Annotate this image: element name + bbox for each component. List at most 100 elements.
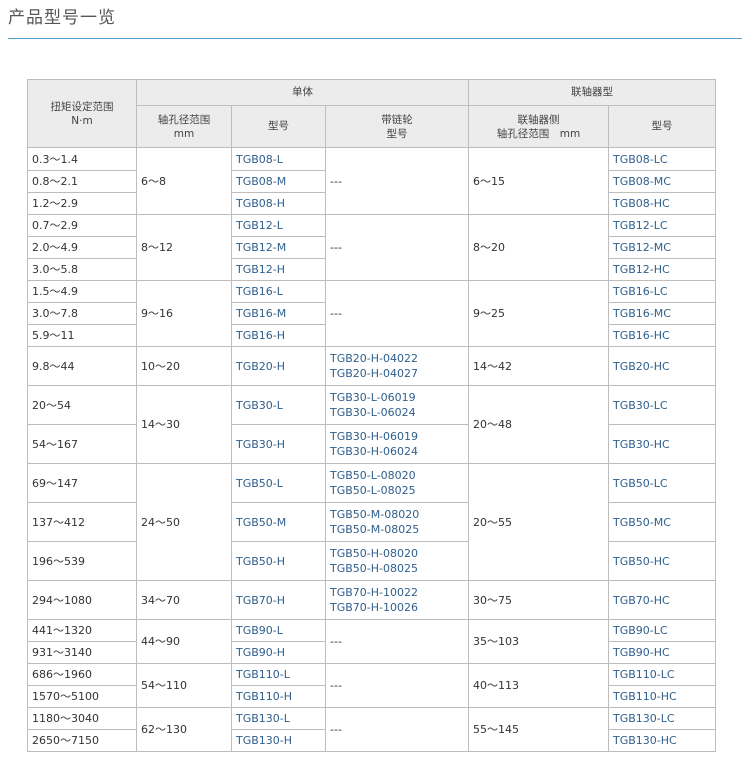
header-coupling-bore-range: 轴孔径范围 mm <box>496 127 581 140</box>
sprocket-model-link[interactable]: TGB50-L-08020 <box>330 468 468 483</box>
model-link[interactable]: TGB16-H <box>231 324 326 347</box>
coupling-model-link[interactable]: TGB16-MC <box>608 302 717 325</box>
coupling-model-link[interactable]: TGB130-HC <box>608 729 717 752</box>
model-link[interactable]: TGB70-H <box>231 580 326 620</box>
header-coupling-model: 型号 <box>608 105 717 148</box>
coupling-model-link[interactable]: TGB12-HC <box>608 258 717 281</box>
coupling-model-link[interactable]: TGB30-HC <box>608 424 717 464</box>
sprocket-models-cell: TGB70-H-10022 TGB70-H-10026 <box>324 580 470 620</box>
bore-cell: 44～90 <box>136 619 232 664</box>
header-sprocket-label: 带链轮 <box>381 113 413 126</box>
coupling-model-link[interactable]: TGB08-HC <box>608 192 717 215</box>
model-link[interactable]: TGB16-M <box>231 302 326 325</box>
model-link[interactable]: TGB30-H <box>231 424 326 464</box>
sprocket-models-cell: TGB50-L-08020 TGB50-L-08025 <box>324 463 470 503</box>
sprocket-models-cell: TGB50-M-08020 TGB50-M-08025 <box>324 502 470 542</box>
torque-cell: 69～147 <box>27 463 137 503</box>
model-link[interactable]: TGB12-L <box>231 214 326 237</box>
coupling-model-link[interactable]: TGB70-HC <box>608 580 717 620</box>
sprocket-models-cell: TGB30-L-06019 TGB30-L-06024 <box>324 385 470 425</box>
header-bore: 轴孔径范围 mm <box>136 105 232 148</box>
bore-cell: 10～20 <box>136 346 232 386</box>
coupling-model-link[interactable]: TGB50-LC <box>608 463 717 503</box>
model-link[interactable]: TGB08-H <box>231 192 326 215</box>
model-link[interactable]: TGB50-L <box>231 463 326 503</box>
header-coupling: 联轴器型 <box>468 79 717 106</box>
coupling-model-link[interactable]: TGB16-LC <box>608 280 717 303</box>
sprocket-cell: --- <box>324 214 470 281</box>
sprocket-model-link[interactable]: TGB50-H-08020 <box>330 546 468 561</box>
bore-cell: 9～16 <box>136 280 232 347</box>
model-link[interactable]: TGB130-H <box>231 729 326 752</box>
torque-cell: 1180～3040 <box>27 707 137 730</box>
sprocket-model-link[interactable]: TGB50-H-08025 <box>330 561 468 576</box>
model-link[interactable]: TGB12-M <box>231 236 326 259</box>
model-link[interactable]: TGB50-M <box>231 502 326 542</box>
torque-cell: 686～1960 <box>27 663 137 686</box>
sprocket-model-link[interactable]: TGB30-L-06019 <box>330 390 468 405</box>
torque-cell: 0.7～2.9 <box>27 214 137 237</box>
model-link[interactable]: TGB90-H <box>231 641 326 664</box>
sprocket-model-link[interactable]: TGB50-M-08020 <box>330 507 468 522</box>
model-link[interactable]: TGB130-L <box>231 707 326 730</box>
coupling-model-link[interactable]: TGB16-HC <box>608 324 717 347</box>
product-model-table: 扭矩设定范围 N·m 单体 联轴器型 轴孔径范围 mm 型号 带链轮 型号 联轴… <box>27 79 717 752</box>
sprocket-models-cell: TGB30-H-06019 TGB30-H-06024 <box>324 424 470 464</box>
coupling-model-link[interactable]: TGB12-MC <box>608 236 717 259</box>
coupling-model-link[interactable]: TGB12-LC <box>608 214 717 237</box>
torque-cell: 2650～7150 <box>27 729 137 752</box>
sprocket-cell: --- <box>324 619 470 664</box>
sprocket-model-link[interactable]: TGB50-L-08025 <box>330 483 468 498</box>
coupling-model-link[interactable]: TGB08-LC <box>608 147 717 171</box>
header-model: 型号 <box>231 105 326 148</box>
model-link[interactable]: TGB16-L <box>231 280 326 303</box>
sprocket-cell: --- <box>324 707 470 752</box>
coupling-model-link[interactable]: TGB30-LC <box>608 385 717 425</box>
coupling-model-link[interactable]: TGB50-MC <box>608 502 717 542</box>
sprocket-cell: --- <box>324 663 470 708</box>
torque-cell: 0.8～2.1 <box>27 170 137 193</box>
torque-cell: 3.0～5.8 <box>27 258 137 281</box>
sprocket-model-link[interactable]: TGB70-H-10026 <box>330 600 468 615</box>
model-link[interactable]: TGB30-L <box>231 385 326 425</box>
coupling-bore-cell: 30～75 <box>468 580 610 620</box>
model-link[interactable]: TGB110-L <box>231 663 326 686</box>
bore-cell: 34～70 <box>136 580 232 620</box>
sprocket-model-link[interactable]: TGB30-H-06024 <box>330 444 468 459</box>
coupling-model-link[interactable]: TGB50-HC <box>608 541 717 581</box>
bore-cell: 54～110 <box>136 663 232 708</box>
model-link[interactable]: TGB12-H <box>231 258 326 281</box>
model-link[interactable]: TGB50-H <box>231 541 326 581</box>
header-sprocket: 带链轮 型号 <box>324 105 470 148</box>
model-link[interactable]: TGB20-H <box>231 346 326 386</box>
torque-cell: 9.8～44 <box>27 346 137 386</box>
coupling-bore-cell: 40～113 <box>468 663 610 708</box>
coupling-bore-cell: 20～48 <box>468 385 610 464</box>
model-link[interactable]: TGB08-M <box>231 170 326 193</box>
sprocket-model-link[interactable]: TGB30-H-06019 <box>330 429 468 444</box>
model-link[interactable]: TGB90-L <box>231 619 326 642</box>
sprocket-model-link[interactable]: TGB20-H-04022 <box>330 351 468 366</box>
coupling-bore-cell: 20～55 <box>468 463 610 581</box>
coupling-model-link[interactable]: TGB20-HC <box>608 346 717 386</box>
coupling-bore-cell: 55～145 <box>468 707 610 752</box>
bore-cell: 24～50 <box>136 463 232 581</box>
header-coupling-side: 联轴器侧 <box>517 113 560 126</box>
sprocket-model-link[interactable]: TGB70-H-10022 <box>330 585 468 600</box>
model-link[interactable]: TGB110-H <box>231 685 326 708</box>
page-title: 产品型号一览 <box>8 8 116 28</box>
coupling-model-link[interactable]: TGB90-HC <box>608 641 717 664</box>
sprocket-model-link[interactable]: TGB30-L-06024 <box>330 405 468 420</box>
coupling-model-link[interactable]: TGB130-LC <box>608 707 717 730</box>
coupling-model-link[interactable]: TGB110-LC <box>608 663 717 686</box>
model-link[interactable]: TGB08-L <box>231 147 326 171</box>
coupling-model-link[interactable]: TGB110-HC <box>608 685 717 708</box>
coupling-model-link[interactable]: TGB90-LC <box>608 619 717 642</box>
coupling-model-link[interactable]: TGB08-MC <box>608 170 717 193</box>
coupling-bore-cell: 6～15 <box>468 147 610 215</box>
torque-cell: 5.9～11 <box>27 324 137 347</box>
sprocket-model-link[interactable]: TGB50-M-08025 <box>330 522 468 537</box>
torque-cell: 0.3～1.4 <box>27 147 137 171</box>
sprocket-model-link[interactable]: TGB20-H-04027 <box>330 366 468 381</box>
header-sprocket-model: 型号 <box>386 127 408 140</box>
